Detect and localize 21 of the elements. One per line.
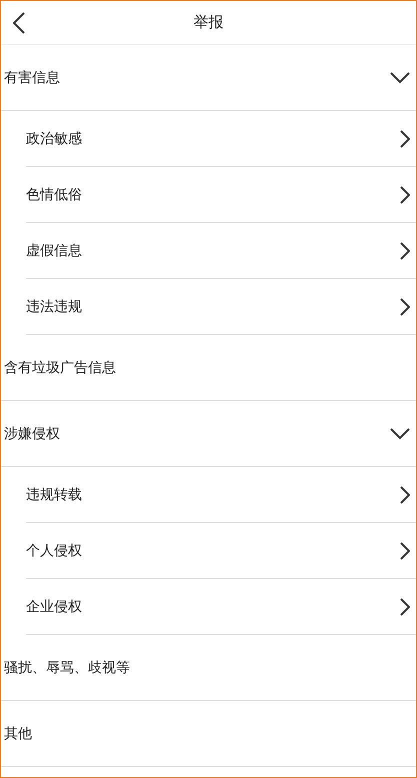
subcategory-row[interactable]: 违规转载 [26,467,416,523]
back-icon[interactable] [13,12,25,34]
page-title: 举报 [194,13,224,32]
chevron-right-icon [400,542,410,560]
category-row[interactable]: 骚扰、辱骂、歧视等 [1,635,416,701]
chevron-right-icon [400,242,410,260]
chevron-right-icon [400,186,410,204]
subcategory-row[interactable]: 违法违规 [26,279,416,335]
chevron-right-icon [400,486,410,504]
chevron-right-icon [400,130,410,148]
subcategory-row[interactable]: 色情低俗 [26,167,416,223]
subcategory-row[interactable]: 企业侵权 [26,579,416,635]
chevron-right-icon [400,598,410,616]
category-row[interactable]: 有害信息 [1,45,416,111]
category-row[interactable]: 涉嫌侵权 [1,401,416,467]
chevron-right-icon [400,298,410,316]
category-row[interactable]: 含有垃圾广告信息 [1,335,416,401]
subcategory-row[interactable]: 政治敏感 [26,111,416,167]
subcategory-row[interactable]: 个人侵权 [26,523,416,579]
category-row[interactable]: 其他 [1,701,416,767]
subcategory-row[interactable]: 虚假信息 [26,223,416,279]
